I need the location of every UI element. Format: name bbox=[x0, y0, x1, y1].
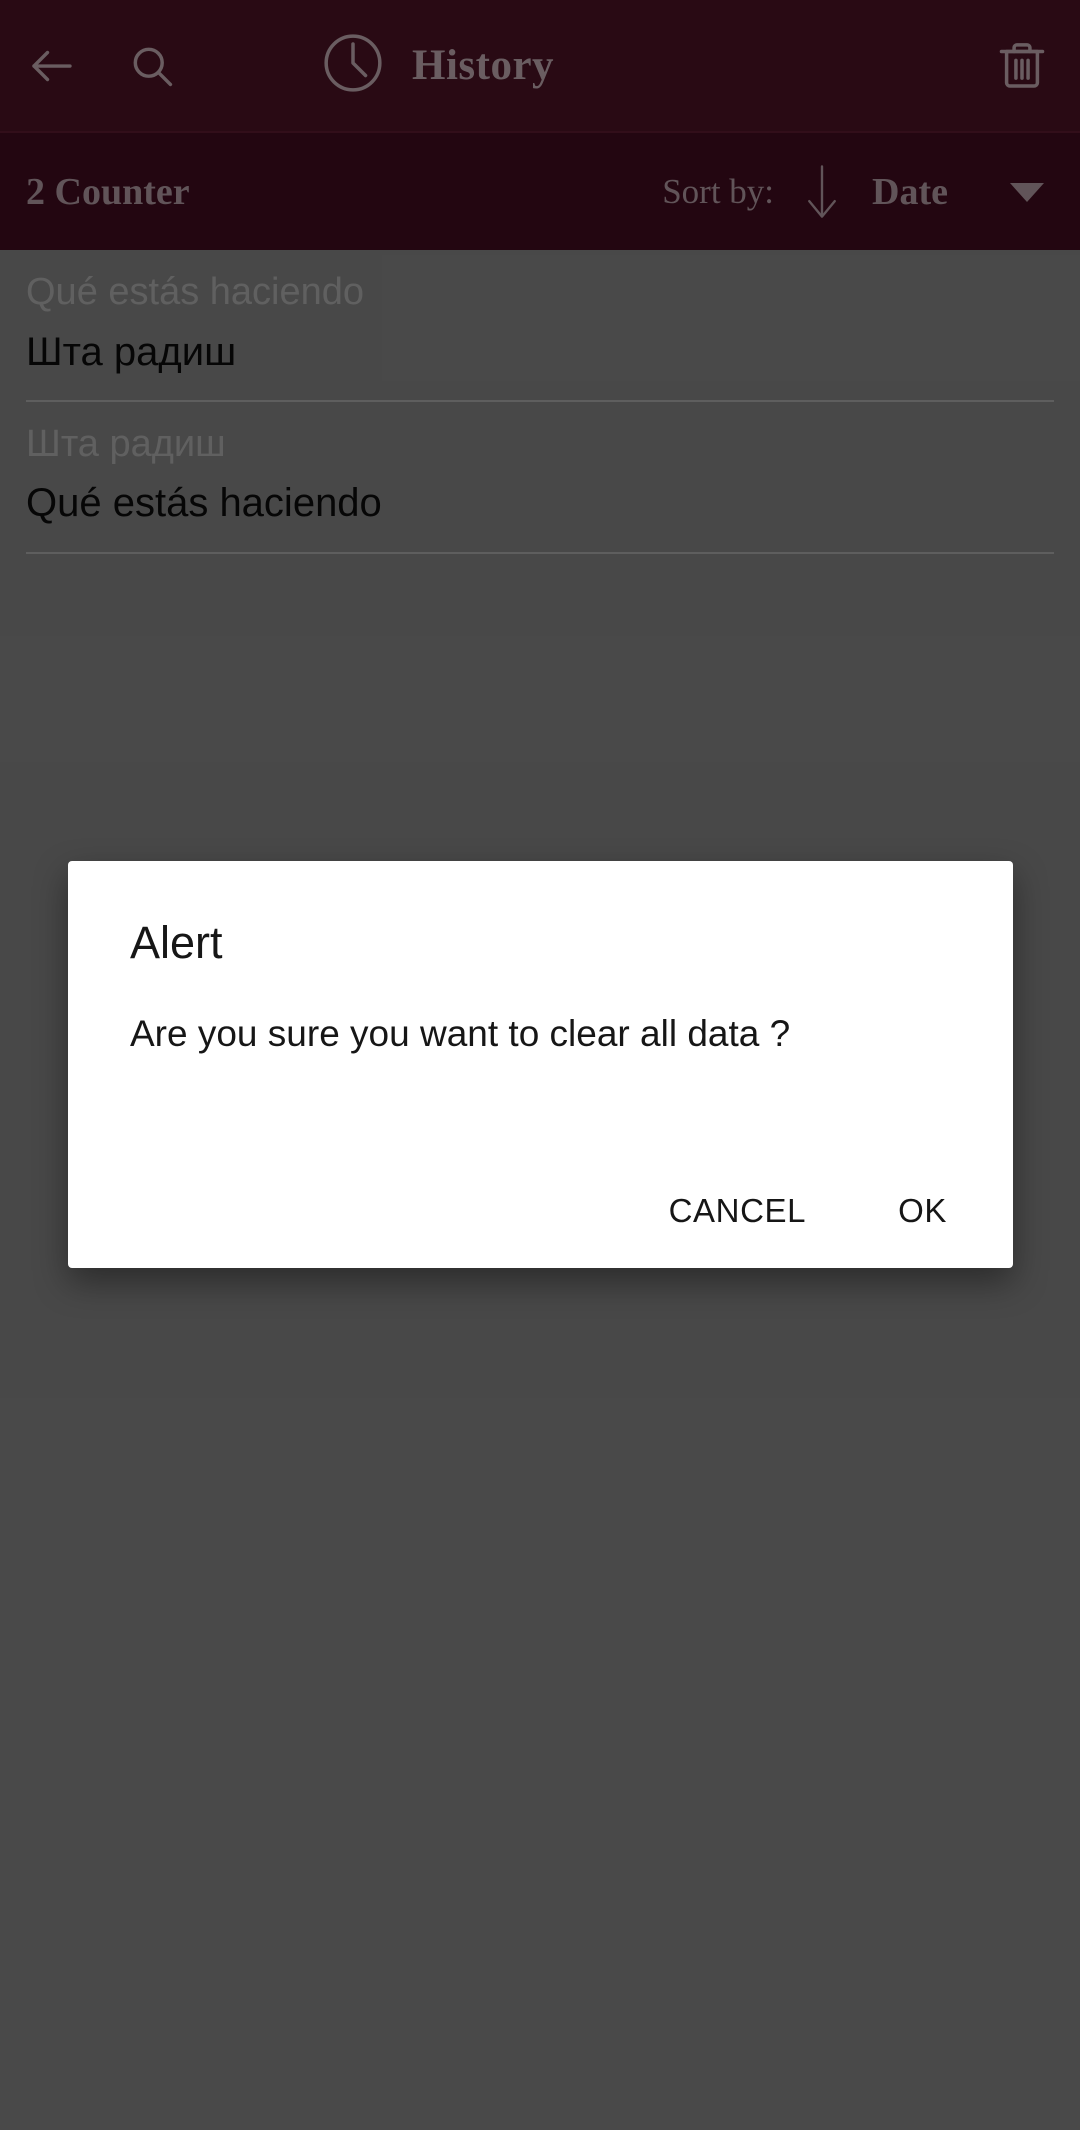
dialog-message: Are you sure you want to clear all data … bbox=[130, 1013, 791, 1054]
cancel-button[interactable]: CANCEL bbox=[647, 1176, 828, 1246]
ok-button[interactable]: OK bbox=[876, 1176, 969, 1246]
dialog-title: Alert bbox=[130, 917, 223, 968]
alert-dialog: Alert Are you sure you want to clear all… bbox=[68, 861, 1013, 1268]
app-screen: History 2 Counter Sort by: Date Qué está… bbox=[0, 0, 1080, 2130]
dialog-action-bar: CANCEL OK bbox=[647, 1176, 991, 1246]
